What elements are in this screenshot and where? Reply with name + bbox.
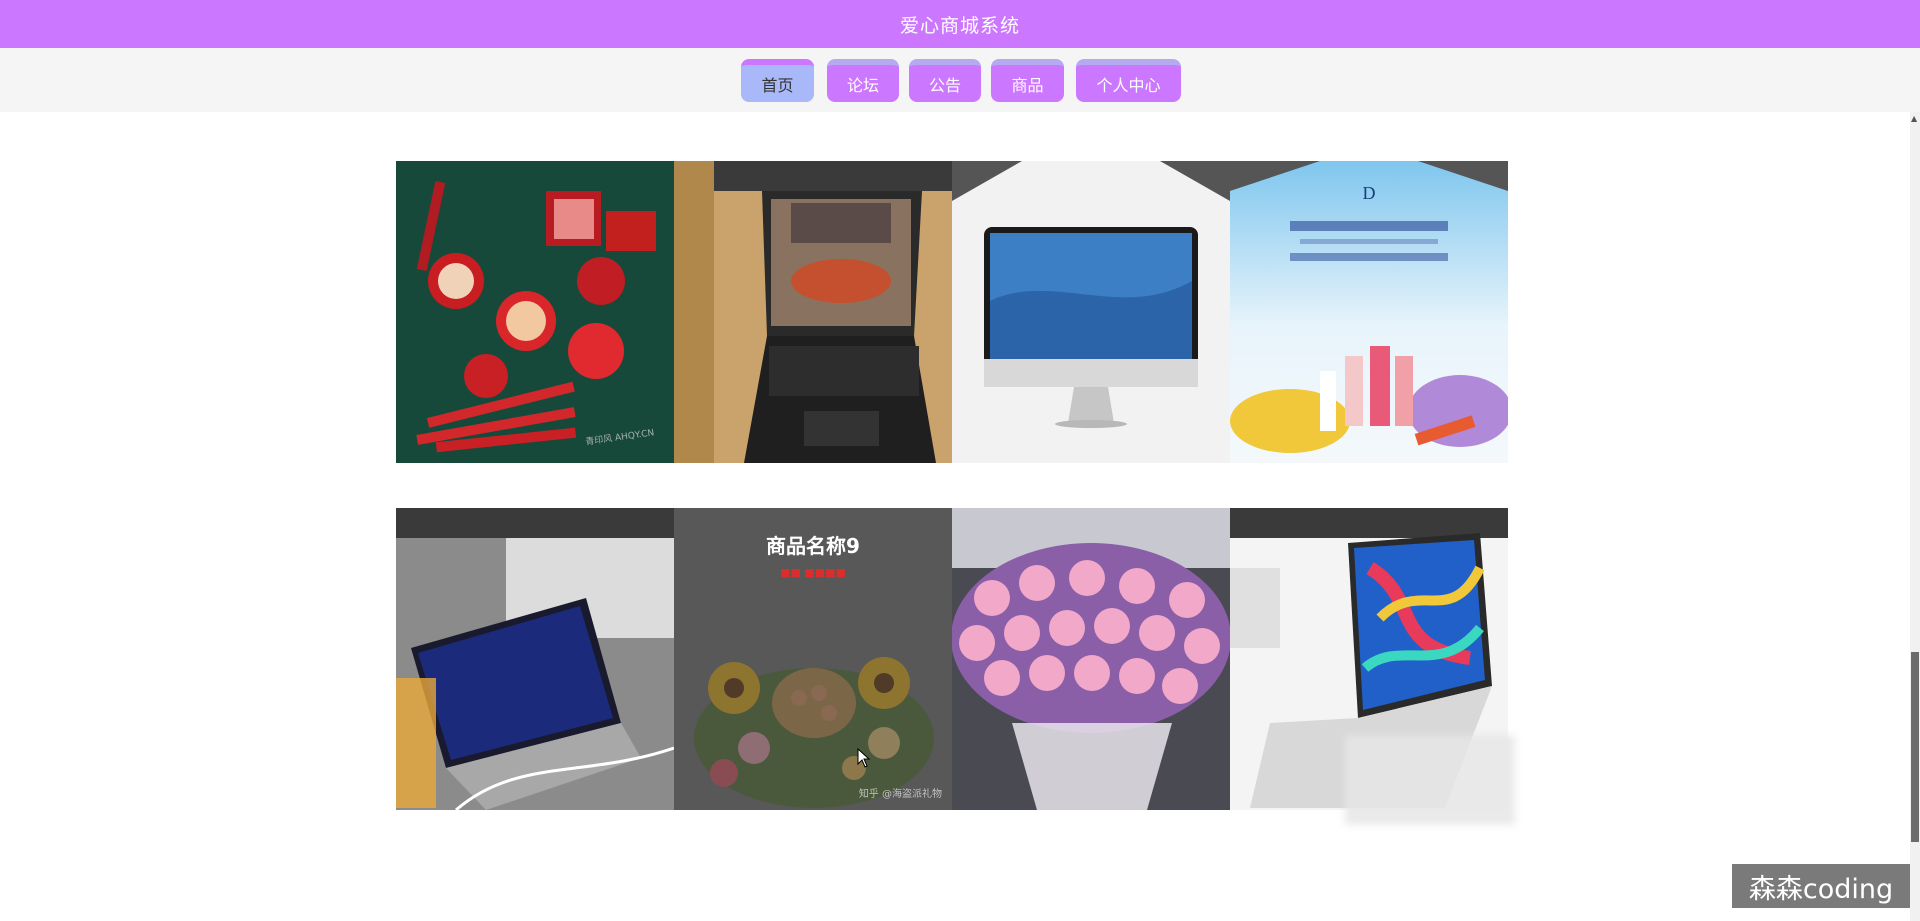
- imac-image: [952, 161, 1230, 463]
- site-title: 爱心商城系统: [899, 14, 1020, 37]
- product-card-laptop-gaming[interactable]: [674, 161, 952, 463]
- page-scrollbar[interactable]: ▲: [1910, 112, 1920, 921]
- macbook-image: [396, 508, 674, 810]
- product-card-flower-basket[interactable]: 商品名称9 ■■ ■■■■ 知乎 @海盗派礼物: [674, 508, 952, 810]
- scrollbar-thumb[interactable]: [1911, 652, 1919, 842]
- product-card-cosmetics[interactable]: 青印风 AHQY.CN: [396, 161, 674, 463]
- image-caption: 知乎 @海盗派礼物: [858, 789, 942, 800]
- product-gallery: 青印风 AHQY.CN D 商品名称9 ■■ ■■■■ 知乎 @海盗派礼物: [0, 112, 1920, 921]
- product-price: ■■ ■■■■: [780, 566, 846, 579]
- nav-products[interactable]: 商品: [991, 59, 1064, 102]
- svg-text:D: D: [1363, 183, 1376, 203]
- product-card-imac[interactable]: [952, 161, 1230, 463]
- nav-forum[interactable]: 论坛: [827, 59, 899, 102]
- blurred-overlay: [1345, 735, 1515, 825]
- product-name: 商品名称9: [766, 534, 860, 558]
- nav-announcement[interactable]: 公告: [909, 59, 981, 102]
- product-card-macbook[interactable]: [396, 508, 674, 810]
- product-card-skincare[interactable]: D: [1230, 161, 1508, 463]
- cosmetics-image: [396, 161, 674, 463]
- mouse-pointer-icon: [857, 748, 871, 768]
- rose-bouquet-image: [952, 508, 1230, 810]
- laptop-image: [674, 161, 952, 463]
- product-card-rose-bouquet[interactable]: [952, 508, 1230, 810]
- skincare-image: D: [1230, 161, 1508, 463]
- site-header: 爱心商城系统: [0, 0, 1920, 48]
- triangle-up-icon[interactable]: ▲: [1911, 114, 1917, 123]
- main-nav: 首页 论坛 公告 商品 个人中心: [0, 48, 1920, 112]
- nav-home[interactable]: 首页: [741, 59, 814, 102]
- nav-personal-center[interactable]: 个人中心: [1076, 59, 1181, 102]
- watermark: 森森coding: [1732, 864, 1910, 908]
